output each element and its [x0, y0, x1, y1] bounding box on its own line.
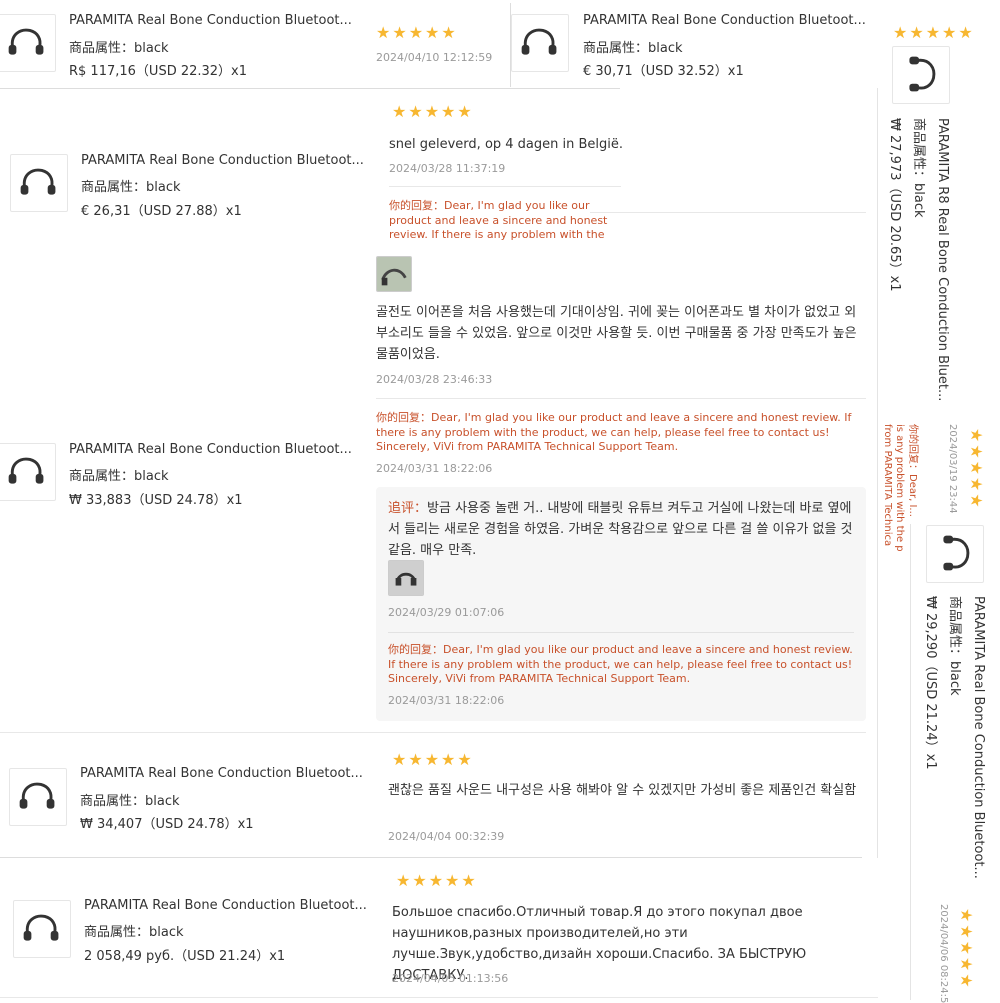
- headphones-icon: [521, 28, 557, 55]
- product-thumbnail[interactable]: [892, 46, 950, 104]
- reply-line: from PARAMITA Technica: [882, 424, 893, 547]
- headphones-icon: [20, 168, 56, 195]
- review-date: 2024/03/19 23:44: [947, 424, 958, 514]
- rating-stars: ★★★★★: [376, 23, 458, 42]
- divider: [0, 88, 620, 89]
- rating-stars: ★★★★★: [396, 871, 478, 890]
- product-title[interactable]: PARAMITA Real Bone Conduction Bluetoot..…: [583, 13, 868, 28]
- reply-text: Dear, I...: [907, 474, 918, 517]
- rating-stars: ★★★★★: [967, 428, 986, 510]
- divider: [0, 857, 862, 858]
- product-price: 2 058,49 руб.（USD 21.24）x1: [84, 949, 286, 964]
- product-thumbnail[interactable]: [926, 525, 984, 583]
- product-thumbnail[interactable]: [10, 154, 68, 212]
- product-thumbnail[interactable]: [0, 14, 56, 72]
- rotated-date: 2024/04/06 08:24:5: [938, 904, 949, 1003]
- headphones-icon: [909, 56, 936, 92]
- product-attribute: 商品属性：black: [80, 794, 180, 809]
- followup-body: 방금 사용중 놀랜 거.. 내방에 태블릿 유튜브 켜두고 거실에 나왔는데 바…: [388, 501, 853, 558]
- product-thumbnail[interactable]: [0, 443, 56, 501]
- followup-label: 追评：: [388, 501, 428, 516]
- product-title[interactable]: PARAMITA Real Bone Conduction Bluetoot..…: [81, 153, 366, 168]
- product-attribute: 商品属性：black: [84, 925, 184, 940]
- reply-label: 你的回复：: [907, 424, 918, 474]
- rotated-review-panel: PARAMITA Real Bone Conduction Bluetoot..…: [918, 596, 990, 879]
- product-price: € 26,31（USD 27.88）x1: [81, 204, 242, 219]
- review-date: 2024/04/10 12:12:59: [376, 51, 493, 64]
- product-title[interactable]: PARAMITA Real Bone Conduction Bluetoot..…: [69, 442, 354, 457]
- divider: [910, 524, 911, 1000]
- product-attribute: 商品属性：black: [69, 41, 169, 56]
- rotated-stars: ★★★★★: [957, 908, 976, 990]
- product-price: ₩ 29,290（USD 21.24）x1: [923, 596, 938, 770]
- rating-stars: ★★★★★: [957, 908, 976, 990]
- product-attribute: 商品属性：black: [81, 180, 181, 195]
- reply-label: 你的回复：: [389, 199, 444, 212]
- reply-text: Dear, I'm glad you like our product and …: [388, 643, 853, 685]
- review-date: 2024/03/28 11:37:19: [389, 162, 506, 175]
- reply-text: Dear, I'm glad you like our product and …: [376, 411, 852, 453]
- divider: [510, 3, 511, 87]
- product-thumbnail[interactable]: [511, 14, 569, 72]
- headphones-icon: [19, 782, 55, 809]
- rotated-review-panel: PARAMITA R8 Real Bone Conduction Bluet..…: [882, 118, 954, 401]
- divider: [877, 88, 878, 858]
- divider: [0, 997, 878, 998]
- reply-label: 你的回复：: [376, 411, 431, 424]
- divider: [389, 186, 621, 187]
- reply-label: 你的回复：: [388, 643, 443, 656]
- review-date: 2024/04/06 08:24:5: [938, 904, 949, 1003]
- product-price: ₩ 33,883（USD 24.78）x1: [69, 493, 243, 508]
- review-photo[interactable]: [388, 560, 424, 596]
- product-attribute: 商品属性：black: [947, 596, 962, 696]
- rotated-date: 2024/03/19 23:44: [947, 424, 958, 514]
- followup-text: 追评：방금 사용중 놀랜 거.. 내방에 태블릿 유튜브 켜두고 거실에 나왔는…: [388, 498, 854, 561]
- reply-line: 你的回复：Dear, I...: [906, 424, 918, 552]
- product-attribute: 商品属性：black: [69, 469, 169, 484]
- divider: [376, 398, 866, 399]
- review-date: 2024/03/28 23:46:33: [376, 373, 493, 386]
- seller-reply: 你的回复：Dear, I'm glad you like our product…: [376, 411, 864, 457]
- headphones-icon: [23, 914, 59, 941]
- product-title[interactable]: PARAMITA Real Bone Conduction Bluetoot..…: [966, 596, 990, 879]
- product-price: ₩ 27,973（USD 20.65）x1: [887, 118, 902, 292]
- review-date: 2024/04/04 00:32:39: [388, 830, 505, 843]
- product-title[interactable]: PARAMITA Real Bone Conduction Bluetoot..…: [69, 13, 354, 28]
- divider: [0, 732, 866, 733]
- product-price: ₩ 34,407（USD 24.78）x1: [80, 817, 254, 832]
- product-price: R$ 117,16（USD 22.32）x1: [69, 64, 248, 79]
- product-attribute: 商品属性：black: [583, 41, 683, 56]
- photo-icon: [389, 561, 423, 595]
- seller-reply: 你的回复：Dear, I'm glad you like our product…: [389, 199, 621, 243]
- rotated-reply: 你的回复：Dear, I... is any problem with the …: [881, 424, 918, 552]
- photo-icon: [377, 257, 411, 291]
- reply-line: is any problem with the p: [894, 424, 906, 552]
- product-title[interactable]: PARAMITA R8 Real Bone Conduction Bluet..…: [930, 118, 954, 401]
- rating-stars: ★★★★★: [893, 23, 975, 42]
- review-text: 괜찮은 품질 사운드 내구성은 사용 해봐야 알 수 있겠지만 가성비 좋은 제…: [388, 783, 857, 798]
- review-text: snel geleverd, op 4 dagen in België.: [389, 137, 624, 152]
- product-attribute: 商品属性：black: [911, 118, 926, 218]
- reply-date: 2024/03/31 18:22:06: [376, 462, 493, 475]
- divider: [590, 212, 866, 213]
- product-price: € 30,71（USD 32.52）x1: [583, 64, 744, 79]
- rating-stars: ★★★★★: [392, 102, 474, 121]
- product-title[interactable]: PARAMITA Real Bone Conduction Bluetoot..…: [84, 898, 369, 913]
- headphones-icon: [8, 457, 44, 484]
- divider: [388, 632, 854, 633]
- rotated-stars: ★★★★★: [967, 428, 986, 510]
- rating-stars: ★★★★★: [392, 750, 474, 769]
- reply-date: 2024/03/31 18:22:06: [388, 694, 505, 707]
- review-date: 2024/04/05 01:13:56: [392, 972, 509, 985]
- seller-reply: 你的回复：Dear, I'm glad you like our product…: [388, 643, 854, 689]
- followup-date: 2024/03/29 01:07:06: [388, 606, 505, 619]
- headphones-icon: [943, 535, 970, 571]
- review-text: 골전도 이어폰을 처음 사용했는데 기대이상임. 귀에 꽂는 이어폰과도 별 차…: [376, 305, 857, 362]
- product-title[interactable]: PARAMITA Real Bone Conduction Bluetoot..…: [80, 766, 365, 781]
- review-photo[interactable]: [376, 256, 412, 292]
- product-thumbnail[interactable]: [9, 768, 67, 826]
- headphones-icon: [8, 28, 44, 55]
- followup-box: 追评：방금 사용중 놀랜 거.. 내방에 태블릿 유튜브 켜두고 거실에 나왔는…: [376, 487, 866, 721]
- product-thumbnail[interactable]: [13, 900, 71, 958]
